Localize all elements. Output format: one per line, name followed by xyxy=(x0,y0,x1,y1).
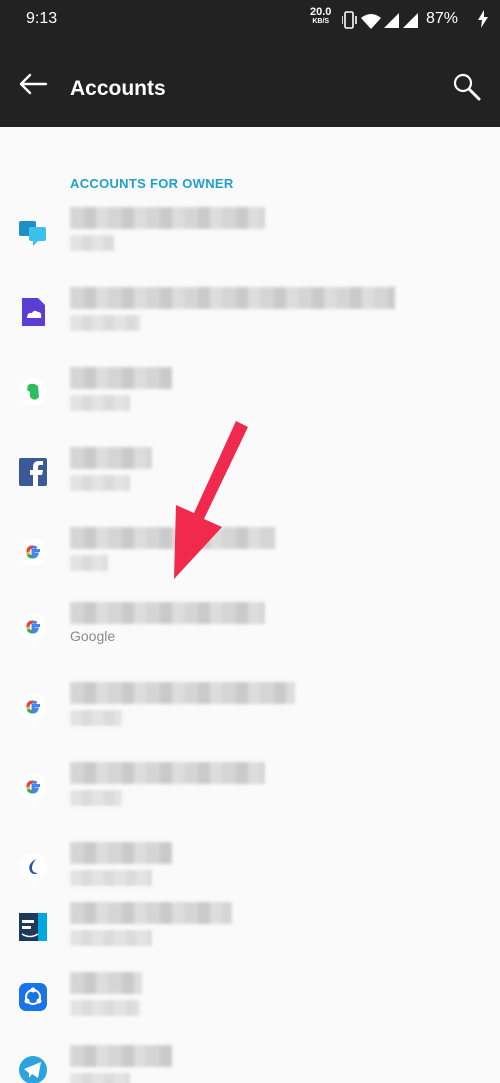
app-bar: Accounts xyxy=(0,40,500,127)
section-header: ACCOUNTS FOR OWNER xyxy=(70,176,234,191)
account-type-blurred xyxy=(70,315,140,331)
annotation-arrow xyxy=(174,421,248,579)
account-row[interactable] xyxy=(0,960,500,1040)
account-row[interactable] xyxy=(0,750,500,830)
account-type-blurred xyxy=(70,475,130,491)
account-type-blurred xyxy=(70,1000,140,1016)
google-icon xyxy=(19,538,47,566)
account-type-blurred xyxy=(70,710,122,726)
account-name-blurred xyxy=(70,902,232,924)
charging-icon xyxy=(478,10,488,28)
account-name-blurred xyxy=(70,367,172,389)
facebook-icon xyxy=(19,458,47,487)
account-name-blurred xyxy=(70,207,265,229)
chat-app-icon xyxy=(19,221,46,246)
account-type-label: Google xyxy=(70,628,116,644)
network-speed-unit: KB/S xyxy=(312,18,330,25)
account-name-blurred xyxy=(70,447,152,469)
page-title: Accounts xyxy=(70,77,166,100)
account-name-blurred xyxy=(70,762,265,784)
account-row[interactable] xyxy=(0,890,500,970)
google-icon xyxy=(19,613,47,641)
signal-icon xyxy=(384,13,399,28)
account-type-blurred xyxy=(70,930,152,946)
account-row[interactable] xyxy=(0,1033,500,1083)
account-type-blurred xyxy=(70,870,152,886)
search-icon[interactable] xyxy=(452,72,482,102)
account-row[interactable] xyxy=(0,195,500,275)
account-row[interactable] xyxy=(0,275,500,355)
account-name-blurred xyxy=(70,602,265,624)
status-bar: 9:13 20.0 KB/S 87% xyxy=(0,0,500,40)
account-name-blurred xyxy=(70,972,142,994)
account-name-blurred xyxy=(70,842,172,864)
status-icons xyxy=(342,11,418,29)
back-arrow-icon[interactable] xyxy=(18,73,48,95)
account-row[interactable] xyxy=(0,670,500,750)
shareit-icon xyxy=(19,983,47,1011)
cloud-file-icon xyxy=(22,298,45,326)
account-name-blurred xyxy=(70,287,395,309)
google-icon xyxy=(19,693,47,721)
bird-app-icon xyxy=(19,853,47,881)
battery-percent: 87% xyxy=(426,10,459,27)
account-type-blurred xyxy=(70,235,114,251)
account-name-blurred xyxy=(70,1045,172,1067)
vibrate-icon xyxy=(342,11,357,29)
status-time: 9:13 xyxy=(26,10,58,27)
account-type-blurred xyxy=(70,555,108,571)
network-speed: 20.0 KB/S xyxy=(310,7,331,26)
wifi-icon xyxy=(361,14,381,29)
account-row[interactable]: Google xyxy=(0,590,500,670)
account-type-blurred xyxy=(70,1073,130,1083)
prime-video-icon xyxy=(19,913,47,941)
account-type-blurred xyxy=(70,395,130,411)
evernote-icon xyxy=(19,378,47,406)
account-name-blurred xyxy=(70,682,295,704)
google-icon xyxy=(19,773,47,801)
account-type-blurred xyxy=(70,790,122,806)
signal-icon-2 xyxy=(403,13,418,28)
telegram-icon xyxy=(19,1056,47,1083)
